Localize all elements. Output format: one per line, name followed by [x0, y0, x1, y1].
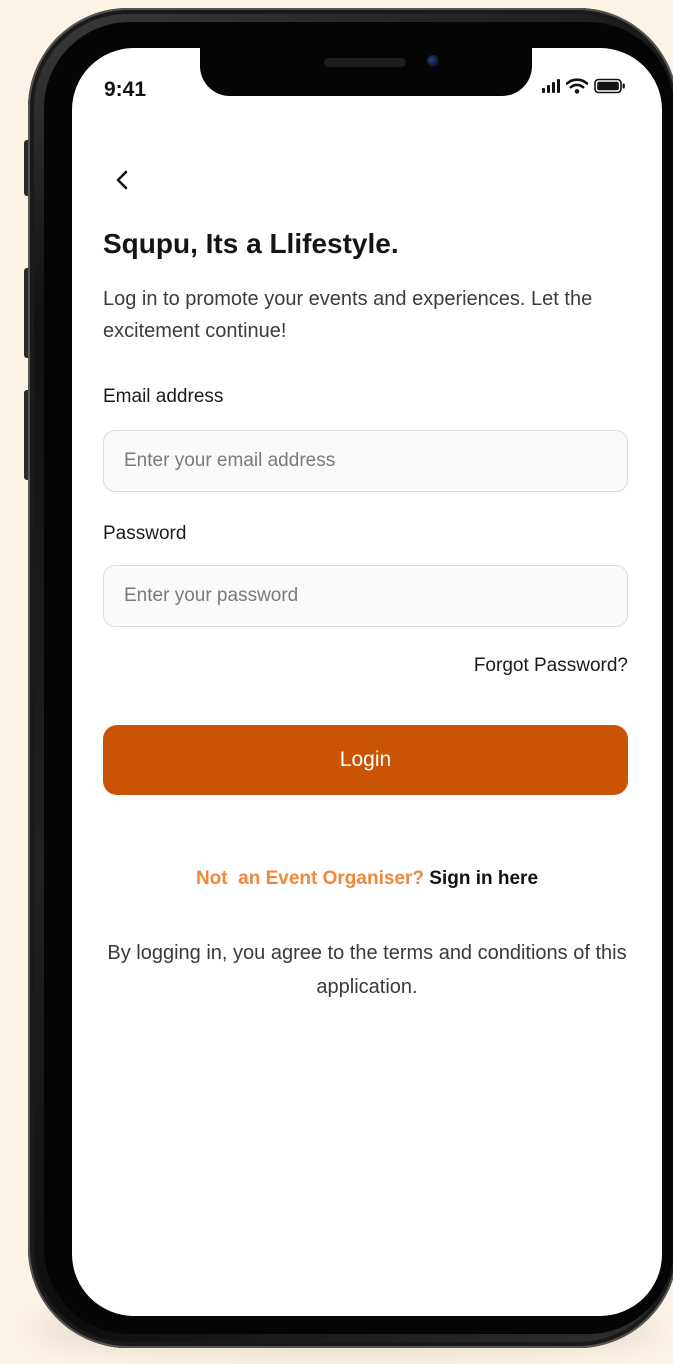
front-camera-icon — [427, 55, 439, 67]
password-label: Password — [103, 523, 187, 544]
forgot-password-link[interactable]: Forgot Password? — [474, 655, 628, 677]
earpiece-speaker — [324, 58, 406, 67]
back-button[interactable] — [104, 160, 144, 200]
email-label: Email address — [103, 386, 224, 407]
password-field[interactable] — [103, 565, 628, 627]
organiser-prompt: Not an Event Organiser? — [195, 868, 424, 889]
chevron-left-icon — [116, 170, 128, 190]
phone-notch — [200, 48, 532, 96]
battery-icon — [594, 78, 625, 94]
login-button[interactable]: Login — [103, 725, 628, 795]
signal-bars-icon — [542, 79, 560, 93]
sign-in-here-link[interactable]: Sign in here — [429, 868, 538, 889]
email-field[interactable] — [103, 430, 628, 492]
terms-notice: By logging in, you agree to the terms an… — [107, 942, 627, 998]
wifi-icon — [566, 78, 588, 94]
organiser-signin-row: Not an Event Organiser? Sign in here — [72, 868, 662, 890]
page-subtitle: Log in to promote your events and experi… — [103, 288, 593, 342]
page-title: Squpu, Its a Llifestyle. — [103, 228, 399, 259]
status-time: 9:41 — [104, 78, 147, 101]
phone-screen: 9:41 Squpu, Its a Llifestyle. Log in to … — [72, 48, 662, 1316]
status-icons — [542, 78, 626, 94]
